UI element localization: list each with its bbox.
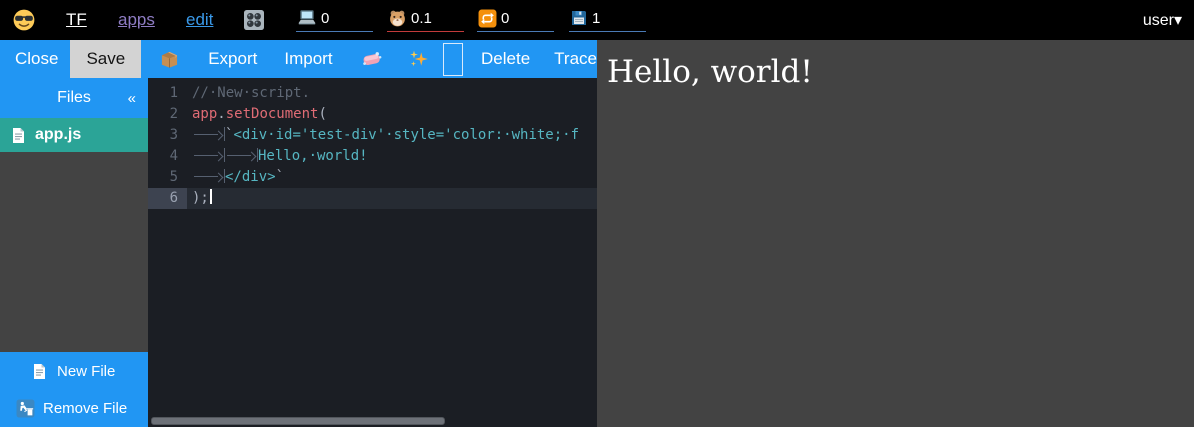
code-token: );: [192, 190, 209, 206]
code-token: <div·id='test-div'·style='color:·white;·…: [233, 127, 579, 143]
sparkles-button[interactable]: [409, 49, 429, 69]
app-logo[interactable]: [13, 0, 35, 40]
soap-icon: [360, 50, 383, 68]
code-text: Hello,·world!: [187, 146, 597, 167]
new-file-button[interactable]: New File: [0, 352, 148, 390]
line-number: 4: [148, 146, 187, 167]
floppy-icon: [570, 9, 588, 27]
code-line[interactable]: 5</div>`: [148, 167, 597, 188]
laptop-icon: [297, 9, 317, 27]
code-token: .: [217, 106, 225, 122]
remove-file-label: Remove File: [43, 400, 127, 417]
code-line[interactable]: 1 //·New·script.: [148, 83, 597, 104]
soap-button[interactable]: [360, 50, 383, 68]
file-item-label: app.js: [35, 126, 81, 144]
line-number: 5: [148, 167, 187, 188]
line-number: 2: [148, 104, 187, 125]
export-button[interactable]: Export: [208, 49, 257, 69]
code-token: app: [192, 106, 217, 122]
code-token: //·New·script.: [192, 85, 310, 101]
code-text: </div>`: [187, 167, 597, 188]
line-number: 1: [148, 83, 187, 104]
horizontal-scrollbar-thumb[interactable]: [151, 417, 445, 425]
page-icon: [11, 127, 26, 144]
editor-toolbar: Close Save Export Import Delete Trace: [0, 40, 597, 78]
new-file-label: New File: [57, 363, 115, 380]
line-number: 3: [148, 125, 187, 146]
nav-link-tf[interactable]: TF: [66, 0, 87, 40]
code-line[interactable]: 6);: [148, 188, 597, 209]
page-icon: [32, 363, 47, 380]
close-button[interactable]: Close: [15, 49, 58, 69]
floppy-counter-field[interactable]: 1: [569, 5, 646, 32]
code-text: //·New·script.: [187, 83, 597, 104]
code-line[interactable]: 4 Hello,·world!: [148, 146, 597, 167]
code-token: (: [318, 106, 326, 122]
top-bar: TF apps edit 0 0.1 0 1 user▾: [0, 0, 1194, 40]
laptop-counter-value: 0: [321, 10, 329, 27]
remove-file-button[interactable]: Remove File: [0, 390, 148, 427]
code-line[interactable]: 3`<div·id='test-div'·style='color:·white…: [148, 125, 597, 146]
hamster-counter-field[interactable]: 0.1: [387, 5, 464, 32]
tab-marker: [192, 169, 225, 183]
trace-button[interactable]: Trace: [554, 49, 597, 69]
laptop-counter-field[interactable]: 0: [296, 5, 373, 32]
tab-marker: [192, 127, 225, 141]
code-token: setDocument: [226, 106, 319, 122]
repeat-counter-value: 0: [501, 10, 509, 27]
code-line[interactable]: 2app.setDocument(: [148, 104, 597, 125]
import-button[interactable]: Import: [284, 49, 332, 69]
nav-link-edit[interactable]: edit: [186, 0, 213, 40]
floppy-counter-value: 1: [592, 10, 600, 27]
nav-link-apps[interactable]: apps: [118, 0, 155, 40]
control-knobs-icon[interactable]: [242, 0, 266, 40]
repeat-counter-field[interactable]: 0: [477, 5, 554, 32]
code-token: </div>: [225, 169, 276, 185]
package-button[interactable]: [159, 49, 180, 70]
tab-marker: [192, 148, 225, 162]
hamster-counter-value: 0.1: [411, 10, 432, 27]
code-token: `: [276, 169, 284, 185]
user-menu[interactable]: user▾: [1143, 0, 1182, 40]
code-text: );: [187, 188, 597, 209]
preview-panel: Hello, world!: [597, 40, 1194, 427]
tab-marker: [225, 148, 258, 162]
code-token: Hello,·world!: [258, 148, 368, 164]
save-button[interactable]: Save: [70, 40, 141, 78]
preview-hello-text: Hello, world!: [607, 54, 1194, 90]
blank-button[interactable]: [443, 43, 463, 76]
delete-button[interactable]: Delete: [481, 49, 530, 69]
files-panel-header: Files «: [0, 78, 148, 118]
files-panel-title: Files: [57, 89, 91, 107]
litter-bin-icon: [16, 399, 35, 418]
collapse-sidebar-button[interactable]: «: [128, 78, 136, 118]
line-number: 6: [148, 188, 187, 209]
code-editor[interactable]: 1//·New·script.2app.setDocument(3`<div·i…: [148, 78, 597, 427]
code-text: app.setDocument(: [187, 104, 597, 125]
file-item-appjs[interactable]: app.js: [0, 118, 148, 152]
text-cursor: [210, 189, 212, 204]
sparkles-icon: [409, 49, 429, 69]
hamster-icon: [388, 9, 407, 28]
package-icon: [159, 49, 180, 70]
sunglasses-emoji-icon: [13, 9, 35, 31]
repeat-icon: [478, 9, 497, 28]
code-text: `<div·id='test-div'·style='color:·white;…: [187, 125, 597, 146]
code-area: 1//·New·script.2app.setDocument(3`<div·i…: [148, 83, 597, 209]
